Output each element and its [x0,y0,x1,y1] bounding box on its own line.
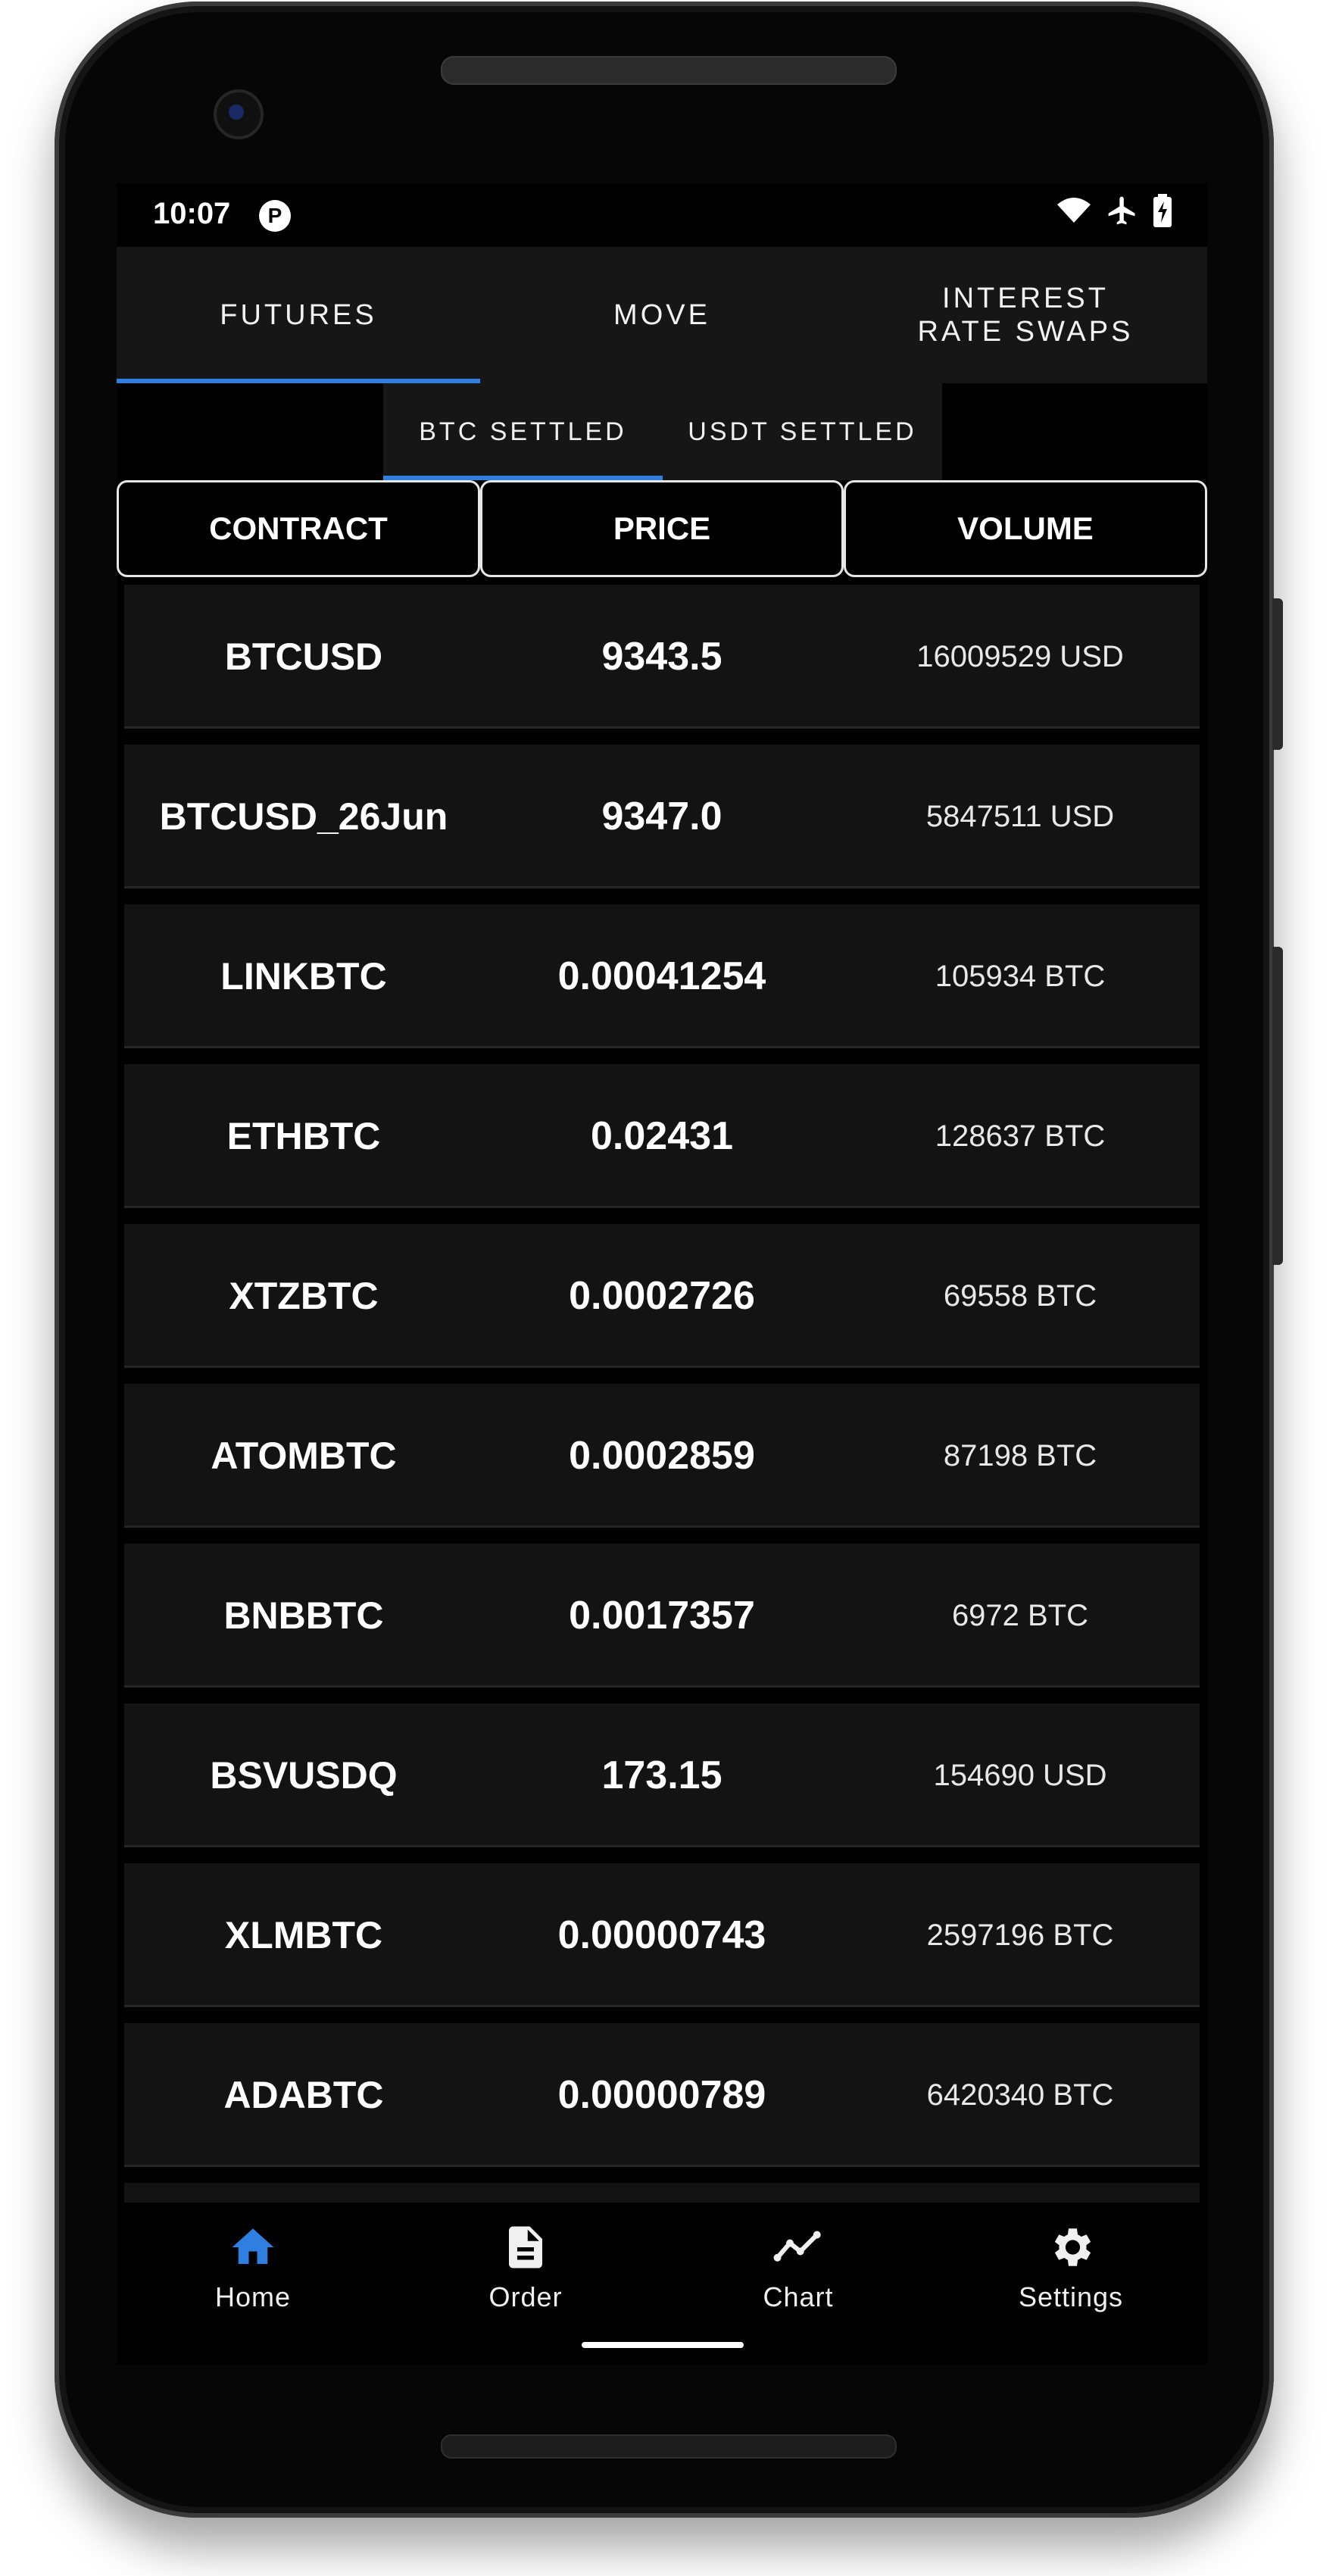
contract-cell: BSVUSDQ [210,1754,398,1797]
nav-label: Home [214,2281,292,2312]
status-bar: 10:07 P [117,183,1207,247]
contract-cell: XLMBTC [224,1914,383,1956]
tab-btc-settled[interactable]: BTC SETTLED [383,383,663,480]
price-cell: 0.00000789 [557,2073,766,2117]
price-cell: 0.00000743 [557,1913,766,1957]
table-row[interactable]: ADABTC 0.00000789 6420340 BTC [124,2023,1200,2167]
table-header: CONTRACT PRICE VOLUME [117,480,1207,577]
price-cell: 0.0017357 [569,1594,755,1638]
contracts-list: BTCUSD 9343.5 16009529 USD BTCUSD_26Jun … [124,585,1200,2365]
home-icon [232,2228,274,2264]
tab-label: USDT SETTLED [688,417,917,446]
tab-futures[interactable]: FUTURES [117,247,480,383]
price-cell: 0.00041254 [557,954,766,998]
volume-cell: 69558 BTC [943,1279,1097,1313]
volume-cell: 154690 USD [933,1758,1107,1792]
volume-cell: 6420340 BTC [926,2078,1114,2112]
front-camera [214,89,264,139]
nav-settings[interactable]: Settings [935,2203,1207,2365]
tab-interest-rate-swaps[interactable]: INTEREST RATE SWAPS [844,247,1207,383]
volume-cell: 2597196 BTC [926,1918,1114,1952]
top-tab-bar: FUTURES MOVE INTEREST RATE SWAPS [117,247,1207,383]
table-row[interactable]: BTCUSD 9343.5 16009529 USD [124,585,1200,729]
bottom-speaker [441,2434,897,2459]
price-cell: 9343.5 [601,635,722,679]
document-icon [509,2226,542,2268]
power-button [1272,598,1283,750]
nav-chart[interactable]: Chart [662,2203,935,2365]
nav-label: Chart [763,2281,834,2312]
tab-label: BTC SETTLED [419,417,627,446]
table-row[interactable]: BSVUSDQ 173.15 154690 USD [124,1703,1200,1847]
price-cell: 173.15 [601,1753,722,1797]
chart-line-icon [773,2231,821,2262]
volume-button [1272,947,1283,1265]
table-row[interactable]: ATOMBTC 0.0002859 87198 BTC [124,1384,1200,1528]
gesture-home-indicator[interactable] [582,2342,744,2348]
price-cell: 0.0002726 [569,1274,755,1318]
bottom-navigation: Home Order Chart Settings [117,2203,1207,2365]
table-row[interactable]: LINKBTC 0.00041254 105934 BTC [124,904,1200,1048]
price-cell: 0.0002859 [569,1434,755,1478]
header-price[interactable]: PRICE [480,480,844,577]
price-cell: 9347.0 [601,795,722,838]
contract-cell: LINKBTC [220,955,387,998]
nav-label: Settings [1018,2281,1124,2312]
contract-cell: BTCUSD_26Jun [159,795,448,838]
table-row[interactable]: XLMBTC 0.00000743 2597196 BTC [124,1863,1200,2007]
contract-cell: BNBBTC [223,1594,384,1637]
airplane-icon [1106,194,1139,231]
app-notification-icon: P [259,200,291,232]
table-row[interactable]: BTCUSD_26Jun 9347.0 5847511 USD [124,745,1200,888]
header-volume[interactable]: VOLUME [844,480,1207,577]
tab-move[interactable]: MOVE [480,247,844,383]
contract-cell: ADABTC [223,2074,384,2116]
tab-label: FUTURES [220,299,377,331]
gear-icon [1054,2228,1091,2266]
table-row[interactable]: XTZBTC 0.0002726 69558 BTC [124,1224,1200,1368]
wifi-icon [1056,195,1092,229]
status-icons [1056,194,1172,231]
contract-cell: XTZBTC [229,1275,379,1317]
tab-usdt-settled[interactable]: USDT SETTLED [663,383,942,480]
table-row[interactable]: BNBBTC 0.0017357 6972 BTC [124,1544,1200,1688]
tab-label: INTEREST RATE SWAPS [917,283,1134,348]
contract-cell: BTCUSD [224,635,383,678]
nav-home[interactable]: Home [117,2203,389,2365]
header-contract[interactable]: CONTRACT [117,480,480,577]
volume-cell: 6972 BTC [951,1598,1089,1632]
app-screen: 10:07 P FUTURES MOVE INTEREST RATE SWAPS [117,183,1207,2365]
price-cell: 0.02431 [591,1114,733,1158]
volume-cell: 128637 BTC [935,1119,1106,1153]
table-row[interactable]: ETHBTC 0.02431 128637 BTC [124,1064,1200,1208]
contract-cell: ATOMBTC [211,1435,397,1477]
volume-cell: 16009529 USD [916,639,1124,673]
contract-cell: ETHBTC [226,1115,381,1157]
top-speaker [441,56,897,85]
volume-cell: 105934 BTC [935,959,1106,993]
nav-order[interactable]: Order [389,2203,662,2365]
battery-icon [1153,194,1172,231]
tab-label: MOVE [613,299,710,331]
status-time: 10:07 [153,197,231,230]
nav-label: Order [488,2281,563,2312]
volume-cell: 5847511 USD [925,799,1115,833]
volume-cell: 87198 BTC [943,1438,1097,1472]
settlement-tab-bar: BTC SETTLED USDT SETTLED [383,383,942,480]
